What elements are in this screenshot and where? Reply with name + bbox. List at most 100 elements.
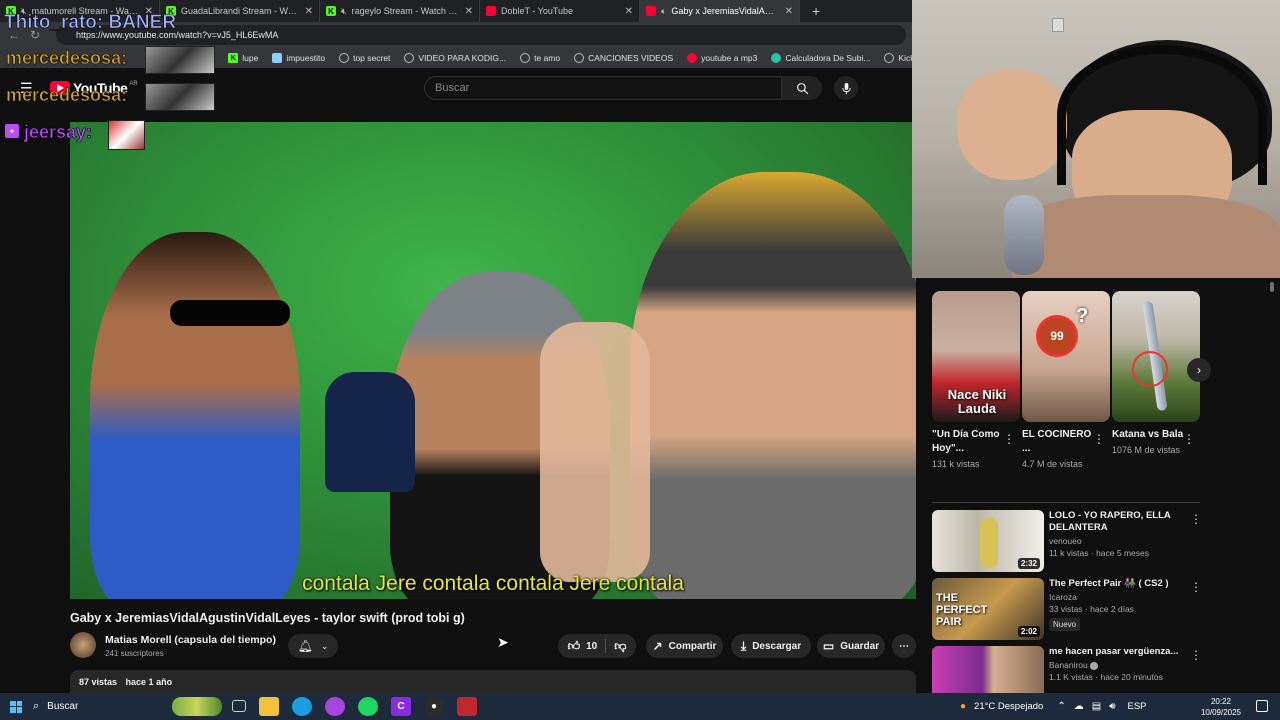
volume-icon[interactable]: 🔊︎ (1109, 701, 1115, 712)
close-tab-icon[interactable]: ✕ (305, 6, 313, 17)
bookmark-youtube-a-mp3[interactable]: youtube a mp3 (687, 53, 757, 63)
chevron-right-icon: › (1197, 363, 1201, 377)
shorts-next-button[interactable]: › (1187, 358, 1211, 382)
thumbs-down-icon[interactable]: 👎︎ (614, 639, 626, 654)
tab-guadalibrandi[interactable]: K GuadaLibrandi Stream - Watch Li ✕ (160, 0, 320, 22)
video-info: The Perfect Pair 👫 ( CS2 ) Icaroza 33 vi… (1049, 578, 1189, 632)
url-input[interactable]: https://www.youtube.com/watch?v=vJ5_HL6E… (56, 25, 906, 45)
close-tab-icon[interactable]: ✕ (625, 6, 633, 17)
language-indicator[interactable]: ESP (1128, 701, 1147, 712)
bookmark-impuestito[interactable]: impuestito (272, 53, 325, 63)
capcut-icon[interactable]: C (391, 697, 411, 716)
voice-search-button[interactable] (834, 76, 858, 100)
view-count: 87 vistas (79, 677, 118, 687)
bookmark-calculadora[interactable]: Calculadora De Subi... (771, 53, 870, 63)
channel-avatar[interactable] (70, 632, 96, 658)
bookmark-label: top secret (353, 53, 391, 63)
download-button[interactable]: ⤓ Descargar (731, 634, 811, 658)
description-box[interactable]: 87 vistas hace 1 año (70, 670, 916, 694)
short-menu-icon[interactable]: ⋮ (1093, 432, 1105, 446)
close-tab-icon[interactable]: ✕ (465, 6, 473, 17)
video-channel[interactable]: Bananirou (1049, 660, 1189, 670)
video-menu-icon[interactable]: ⋮ (1190, 580, 1202, 594)
bookmark-video-para-kodig[interactable]: VIDEO PARA KODIG... (404, 53, 506, 63)
video-channel[interactable]: Icaroza (1049, 592, 1189, 602)
more-icon: ⋯ (899, 640, 909, 652)
rating-number: 99 (1050, 329, 1064, 343)
bookmark-canciones-videos[interactable]: CANCIONES VIDEOS (574, 53, 673, 63)
search-highlight-image[interactable] (172, 697, 222, 716)
bookmark-kick-twitch-vod[interactable]: Kick / Twitch VOD (884, 53, 915, 63)
short-menu-icon[interactable]: ⋮ (1003, 432, 1015, 446)
video-title[interactable]: The Perfect Pair 👫 ( CS2 ) (1049, 578, 1189, 590)
video-title[interactable]: me hacen pasar vergüenza... (1049, 646, 1189, 658)
video-thumbnail[interactable]: THE PERFECT PAIR 2:02 (932, 578, 1044, 640)
short-thumbnail[interactable]: 99 ? (1022, 291, 1110, 422)
recommended-video[interactable]: 2:32 LOLO - YO RAPERO, ELLA DELANTERA ve… (932, 510, 1210, 572)
muted-speaker-icon[interactable]: 🔇︎ (341, 6, 347, 17)
chat-message-mercedesosa-1: mercedesosa: (6, 48, 128, 69)
windows-start-icon[interactable] (10, 700, 22, 713)
bookmark-lupe[interactable]: Klupe (228, 53, 258, 63)
tab-rageylo[interactable]: K 🔇︎ rageylo Stream - Watch Live ✕ (320, 0, 480, 22)
obs-icon[interactable]: ● (424, 697, 444, 716)
calculator-icon (771, 53, 782, 63)
video-thumbnail[interactable]: 2:32 (932, 510, 1044, 572)
notifications-icon[interactable] (1256, 700, 1268, 712)
clock[interactable]: 20:22 10/09/2025 (1200, 696, 1242, 718)
video-menu-icon[interactable]: ⋮ (1190, 512, 1202, 526)
video-hand (540, 322, 650, 582)
search-button[interactable] (782, 76, 822, 100)
video-channel[interactable]: venoueo (1049, 536, 1189, 546)
share-button[interactable]: ↗ Compartir (646, 634, 723, 658)
close-tab-icon[interactable]: ✕ (785, 6, 793, 17)
thumb-figure (980, 518, 998, 568)
file-explorer-icon[interactable] (259, 697, 279, 716)
page-scrollbar[interactable] (1268, 278, 1276, 693)
short-thumbnail[interactable]: Nace Niki Lauda (932, 291, 1020, 422)
channel-name[interactable]: Matias Morell (capsula del tiempo) (105, 634, 276, 646)
short-views: 131 k vistas (932, 459, 980, 469)
save-button[interactable]: ▭ Guardar (817, 634, 885, 658)
edge-icon[interactable] (292, 697, 312, 716)
short-title[interactable]: EL COCINERO ... (1022, 428, 1096, 456)
cloud-icon[interactable]: ☁ (1074, 701, 1084, 712)
upload-date: hace 1 año (125, 677, 173, 687)
app-icon[interactable] (457, 697, 477, 716)
short-thumbnail[interactable] (1112, 291, 1200, 422)
video-player[interactable]: contala Jere contala contala Jere contal… (70, 122, 916, 599)
recommendations-panel: Nace Niki Lauda "Un Día Como Hoy"... 131… (916, 278, 1280, 708)
globe-icon (339, 53, 350, 63)
like-count[interactable]: 10 (586, 641, 597, 652)
network-icon[interactable]: ▤ (1092, 701, 1101, 712)
short-title[interactable]: Katana vs Bala (1112, 428, 1186, 442)
tab-doblet[interactable]: DobleT - YouTube ✕ (480, 0, 640, 22)
bookmark-top-secret[interactable]: top secret (339, 53, 390, 63)
video-menu-icon[interactable]: ⋮ (1190, 648, 1202, 662)
messenger-icon[interactable] (325, 697, 345, 716)
weather-text[interactable]: 21°C Despejado (974, 701, 1043, 712)
tab-gaby-video[interactable]: 🔈︎ Gaby x JeremiasVidalAgustin ✕ (640, 0, 800, 22)
video-info: LOLO - YO RAPERO, ELLA DELANTERA venoueo… (1049, 510, 1189, 558)
video-title[interactable]: LOLO - YO RAPERO, ELLA DELANTERA (1049, 510, 1189, 534)
task-view-icon[interactable] (232, 700, 246, 712)
chevron-up-icon[interactable]: ⌃ (1057, 701, 1065, 712)
short-menu-icon[interactable]: ⋮ (1183, 432, 1195, 446)
share-label: Compartir (668, 640, 717, 652)
short-title[interactable]: "Un Día Como Hoy"... (932, 428, 1006, 456)
scrollbar-thumb[interactable] (1270, 282, 1274, 292)
thumbs-up-icon[interactable]: 👍︎ (568, 639, 581, 654)
search-input[interactable]: Buscar (424, 76, 782, 100)
notifications-button[interactable]: 🔔︎ ⌄ (288, 634, 338, 658)
more-actions-button[interactable]: ⋯ (892, 634, 916, 658)
kick-icon: K (326, 6, 336, 16)
speaker-icon[interactable]: 🔈︎ (661, 6, 666, 17)
spotify-icon[interactable] (358, 697, 378, 716)
channel-label: Bananirou (1049, 660, 1088, 670)
new-tab-icon[interactable]: + (812, 3, 820, 19)
chat-emote-image (145, 46, 215, 74)
weather-icon[interactable]: ● (960, 701, 966, 712)
recommended-video[interactable]: THE PERFECT PAIR 2:02 The Perfect Pair 👫… (932, 578, 1210, 640)
bookmark-te-amo[interactable]: te amo (520, 53, 560, 63)
webcam-overlay (912, 0, 1280, 278)
